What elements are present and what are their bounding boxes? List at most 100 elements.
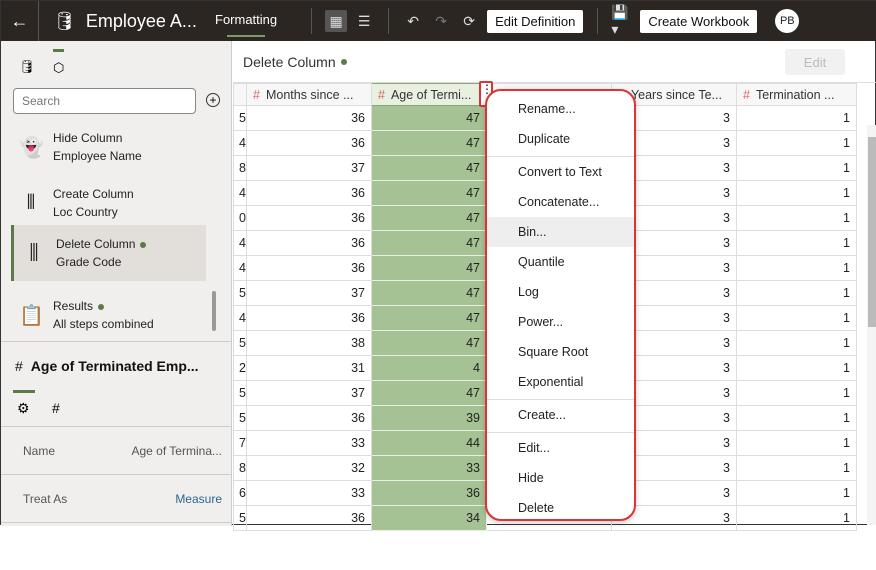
table-cell[interactable]: 7 [233,430,247,456]
table-cell[interactable]: 1 [736,255,857,281]
menu-item-bin[interactable]: Bin... [487,217,634,247]
table-cell[interactable]: 36 [246,230,372,256]
table-cell[interactable]: 31 [246,355,372,381]
table-cell[interactable]: 36 [246,305,372,331]
back-button[interactable]: ← [1,1,39,41]
table-cell[interactable]: 47 [371,255,487,281]
step-delete-column[interactable]: ⫼ Delete Column Grade Code [11,225,206,281]
step-results[interactable]: 📋 Results All steps combined [11,287,206,343]
table-cell[interactable]: 33 [246,480,372,506]
table-cell[interactable]: 5 [233,330,247,356]
menu-item-create[interactable]: Create... [487,399,634,430]
menu-item-duplicate[interactable]: Duplicate [487,124,634,154]
column-header[interactable]: # Months since ... [246,83,372,106]
table-cell[interactable]: 36 [246,255,372,281]
table-cell[interactable]: 4 [233,305,247,331]
table-cell[interactable]: 6 [233,480,247,506]
table-cell[interactable]: 36 [246,180,372,206]
table-cell[interactable]: 1 [736,355,857,381]
column-header[interactable]: # Termination ... [736,83,857,106]
table-cell[interactable]: 4 [233,130,247,156]
table-cell[interactable]: 36 [246,105,372,131]
menu-item-delete[interactable]: Delete [487,493,634,519]
tab-formatting[interactable]: Formatting [215,12,277,37]
table-cell[interactable]: 47 [371,230,487,256]
menu-item-power[interactable]: Power... [487,307,634,337]
table-cell[interactable]: 1 [736,430,857,456]
table-cell[interactable]: 37 [246,280,372,306]
avatar[interactable]: PB [775,9,800,33]
table-cell[interactable]: 1 [736,480,857,506]
table-cell[interactable]: 2 [233,355,247,381]
table-cell[interactable]: 1 [736,180,857,206]
redo-icon[interactable]: ↷ [430,10,452,32]
table-cell[interactable]: 36 [246,405,372,431]
step-hide-column[interactable]: 👻 Hide Column Employee Name [11,119,206,175]
vertical-scrollbar[interactable] [867,125,876,525]
table-cell[interactable]: 47 [371,205,487,231]
table-cell[interactable]: 37 [246,155,372,181]
menu-item-quantile[interactable]: Quantile [487,247,634,277]
menu-item-exponential[interactable]: Exponential [487,367,634,397]
search-input[interactable] [13,88,196,114]
table-cell[interactable]: 33 [371,455,487,481]
table-cell[interactable]: 5 [233,105,247,131]
create-workbook-button[interactable]: Create Workbook [640,9,758,33]
column-header[interactable]: # Age of Termi... [371,83,487,106]
table-cell[interactable]: 1 [736,280,857,306]
table-cell[interactable]: 1 [736,380,857,406]
column-header[interactable] [233,83,247,106]
table-cell[interactable]: 1 [736,155,857,181]
table-cell[interactable]: 1 [736,105,857,131]
table-cell[interactable]: 1 [736,405,857,431]
list-view-icon[interactable]: ☰ [353,10,375,32]
edit-button[interactable]: Edit [785,49,845,75]
menu-item-convert-to-text[interactable]: Convert to Text [487,156,634,187]
table-cell[interactable]: 1 [736,230,857,256]
table-cell[interactable]: 5 [233,505,247,531]
table-cell[interactable]: 36 [246,505,372,531]
table-cell[interactable]: 47 [371,280,487,306]
table-cell[interactable]: 32 [246,455,372,481]
table-cell[interactable]: 1 [736,205,857,231]
data-icon[interactable]: 🛢 [19,59,36,75]
table-cell[interactable]: 4 [233,180,247,206]
steps-scrollbar[interactable] [212,291,216,331]
table-cell[interactable]: 34 [371,505,487,531]
table-cell[interactable]: 47 [371,330,487,356]
menu-item-rename[interactable]: Rename... [487,94,634,124]
table-cell[interactable]: 5 [233,405,247,431]
table-cell[interactable]: 1 [736,330,857,356]
steps-icon[interactable]: ⬡ [53,49,65,76]
table-cell[interactable]: 37 [246,380,372,406]
menu-item-concatenate[interactable]: Concatenate... [487,187,634,217]
table-cell[interactable]: 47 [371,380,487,406]
table-cell[interactable]: 38 [246,330,372,356]
undo-icon[interactable]: ↶ [402,10,424,32]
table-cell[interactable]: 4 [371,355,487,381]
gear-icon[interactable]: ⚙ [17,400,30,417]
menu-item-hide[interactable]: Hide [487,463,634,493]
add-icon[interactable]: + [206,93,220,107]
table-cell[interactable]: 47 [371,180,487,206]
scroll-thumb[interactable] [868,137,876,327]
table-cell[interactable]: 33 [246,430,372,456]
table-cell[interactable]: 1 [736,130,857,156]
table-cell[interactable]: 4 [233,255,247,281]
table-cell[interactable]: 1 [736,505,857,531]
table-cell[interactable]: 5 [233,380,247,406]
edit-definition-button[interactable]: Edit Definition [487,9,584,33]
table-cell[interactable]: 39 [371,405,487,431]
table-cell[interactable]: 47 [371,305,487,331]
menu-item-square-root[interactable]: Square Root [487,337,634,367]
table-cell[interactable]: 1 [736,455,857,481]
table-cell[interactable]: 36 [246,205,372,231]
table-cell[interactable]: 8 [233,455,247,481]
table-cell[interactable]: 4 [233,230,247,256]
table-cell[interactable]: 0 [233,205,247,231]
table-cell[interactable]: 44 [371,430,487,456]
save-icon[interactable]: 💾▾ [611,4,633,37]
menu-item-edit[interactable]: Edit... [487,432,634,463]
table-cell[interactable]: 8 [233,155,247,181]
number-format-icon[interactable]: # [52,400,60,416]
